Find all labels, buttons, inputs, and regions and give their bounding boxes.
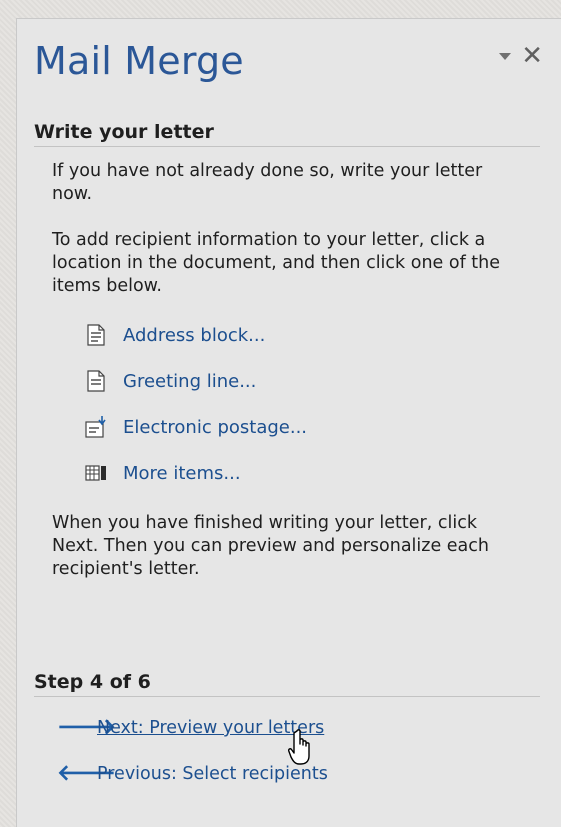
close-icon[interactable]: ✕: [521, 43, 543, 69]
finish-text: When you have finished writing your lett…: [52, 513, 489, 579]
arrow-right-icon: 🡒: [57, 715, 116, 740]
intro-text: If you have not already done so, write y…: [52, 161, 483, 204]
pane-title: Mail Merge: [34, 39, 244, 83]
more-items-icon: [85, 461, 107, 485]
pane-controls: ✕: [499, 43, 543, 69]
address-block-link[interactable]: Address block...: [85, 323, 265, 347]
greeting-line-link[interactable]: Greeting line...: [85, 369, 256, 393]
instructions-text: To add recipient information to your let…: [52, 230, 501, 296]
task-pane-options-icon[interactable]: [499, 52, 512, 60]
section-header-write-letter: Write your letter: [34, 121, 540, 147]
arrow-left-icon: 🡐: [57, 761, 116, 786]
step-header: Step 4 of 6: [34, 671, 540, 697]
greeting-line-icon: [85, 369, 107, 393]
address-block-icon: [85, 323, 107, 347]
electronic-postage-icon: [85, 415, 107, 439]
address-block-label: Address block...: [123, 324, 266, 346]
greeting-line-label: Greeting line...: [123, 370, 257, 392]
electronic-postage-link[interactable]: Electronic postage...: [85, 415, 307, 439]
hand-cursor-icon: [288, 729, 310, 765]
more-items-link[interactable]: More items...: [85, 461, 241, 485]
more-items-label: More items...: [123, 462, 241, 484]
electronic-postage-label: Electronic postage...: [123, 416, 308, 438]
mail-merge-pane: Mail Merge ✕ Write your letter If you ha…: [16, 18, 561, 827]
